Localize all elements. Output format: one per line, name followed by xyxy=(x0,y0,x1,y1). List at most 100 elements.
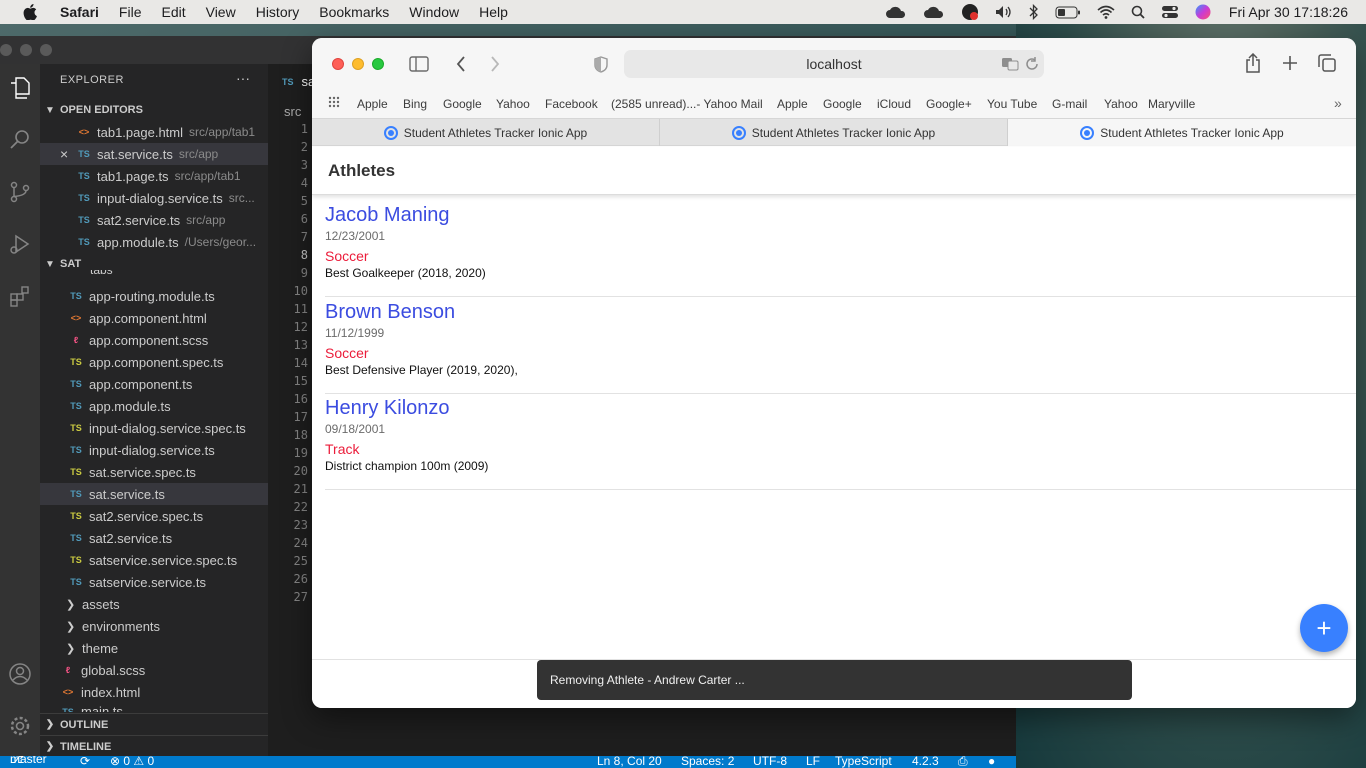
more-bookmarks-icon[interactable]: » xyxy=(1334,95,1342,111)
close-icon[interactable]: × xyxy=(60,146,76,162)
extensions-icon[interactable] xyxy=(4,280,36,312)
new-tab-icon[interactable] xyxy=(1281,54,1299,72)
file-item[interactable]: ℓ global.scss xyxy=(40,659,268,681)
add-athlete-button[interactable]: + xyxy=(1300,604,1348,652)
vscode-zoom-button[interactable] xyxy=(40,44,52,56)
menu-help[interactable]: Help xyxy=(469,4,518,20)
file-item[interactable]: TS sat2.service.ts xyxy=(40,527,268,549)
menu-view[interactable]: View xyxy=(196,4,246,20)
open-editor-item[interactable]: TS app.module.ts/Users/geor... xyxy=(40,231,268,253)
menu-clock[interactable]: Fri Apr 30 17:18:26 xyxy=(1229,4,1348,20)
open-editor-item[interactable]: TS sat2.service.ts src/app xyxy=(40,209,268,231)
window-close-button[interactable] xyxy=(332,58,344,70)
eol-status[interactable]: LF xyxy=(806,756,820,768)
file-item[interactable]: TS input-dialog.service.spec.ts xyxy=(40,417,268,439)
file-item[interactable]: TS app.component.ts xyxy=(40,373,268,395)
problems-status[interactable]: ⊗ 0 ⚠ 0 xyxy=(110,756,154,768)
apple-menu-icon[interactable] xyxy=(20,2,40,22)
encoding-status[interactable]: UTF-8 xyxy=(753,756,787,768)
share-icon[interactable] xyxy=(1244,53,1262,73)
athlete-item[interactable]: Jacob Maning 12/23/2001 Soccer Best Goal… xyxy=(325,200,1356,297)
source-control-icon[interactable] xyxy=(4,176,36,208)
sync-icon[interactable]: ⟳ xyxy=(80,756,90,768)
language-mode[interactable]: TypeScript xyxy=(835,756,892,768)
folder-item[interactable]: ❯ assets xyxy=(40,593,268,615)
app-status-icon[interactable] xyxy=(961,3,979,21)
file-item[interactable]: TS app.component.spec.ts xyxy=(40,351,268,373)
browser-tab[interactable]: Student Athletes Tracker Ionic App xyxy=(660,119,1008,146)
menu-file[interactable]: File xyxy=(109,4,152,20)
open-editor-item[interactable]: <> tab1.page.html src/app/tab1 xyxy=(40,121,268,143)
sidebar-toggle-icon[interactable] xyxy=(408,54,430,74)
open-editor-item-active[interactable]: × TS sat.service.ts src/app xyxy=(40,143,268,165)
account-icon[interactable] xyxy=(4,658,36,690)
file-item[interactable]: <> index.html xyxy=(40,681,268,703)
address-bar[interactable]: localhost xyxy=(624,50,1044,78)
indentation-status[interactable]: Spaces: 2 xyxy=(681,756,734,768)
siri-icon[interactable] xyxy=(1195,4,1211,20)
window-zoom-button[interactable] xyxy=(372,58,384,70)
notifications-icon[interactable]: ● xyxy=(988,756,995,768)
bookmark-link[interactable]: You Tube xyxy=(987,97,1037,111)
menu-app-name[interactable]: Safari xyxy=(50,4,109,20)
bluetooth-icon[interactable] xyxy=(1029,4,1039,20)
bookmark-link[interactable]: Facebook xyxy=(545,97,598,111)
athlete-item[interactable]: Brown Benson 11/12/1999 Soccer Best Defe… xyxy=(325,297,1356,394)
cursor-position[interactable]: Ln 8, Col 20 xyxy=(597,756,662,768)
file-item[interactable]: ℓ app.component.scss xyxy=(40,329,268,351)
feedback-icon[interactable]: ⎙ xyxy=(958,756,968,768)
cloud-icon[interactable] xyxy=(885,5,907,19)
file-item-partial[interactable]: TS main.ts xyxy=(40,703,268,712)
bookmark-link[interactable]: Apple xyxy=(357,97,388,111)
file-item[interactable]: TS satservice.service.ts xyxy=(40,571,268,593)
folder-item[interactable]: ❯ environments xyxy=(40,615,268,637)
timeline-section[interactable]: ❯ TIMELINE xyxy=(40,735,268,757)
breadcrumb[interactable]: src xyxy=(284,104,301,119)
file-item[interactable]: TS app.module.ts xyxy=(40,395,268,417)
tab-overview-icon[interactable] xyxy=(1318,54,1336,72)
open-editor-item[interactable]: TS tab1.page.ts src/app/tab1 xyxy=(40,165,268,187)
browser-tab[interactable]: Student Athletes Tracker Ionic App xyxy=(312,119,660,146)
bookmark-link[interactable]: Maryville xyxy=(1148,97,1195,111)
privacy-shield-icon[interactable] xyxy=(592,55,610,73)
explorer-files-icon[interactable] xyxy=(4,72,36,104)
spotlight-icon[interactable] xyxy=(1131,5,1145,19)
ts-version[interactable]: 4.2.3 xyxy=(912,756,939,768)
bookmark-link[interactable]: Google+ xyxy=(926,97,972,111)
battery-icon[interactable] xyxy=(1055,6,1081,19)
bookmark-link[interactable]: G-mail xyxy=(1052,97,1087,111)
menu-bookmarks[interactable]: Bookmarks xyxy=(309,4,399,20)
search-icon[interactable] xyxy=(4,124,36,156)
vscode-minimize-button[interactable] xyxy=(20,44,32,56)
file-item[interactable]: TS satservice.service.spec.ts xyxy=(40,549,268,571)
open-editors-section[interactable]: ▼ OPEN EDITORS xyxy=(40,99,268,121)
back-icon[interactable] xyxy=(454,54,468,74)
bookmark-link[interactable]: Yahoo xyxy=(1104,97,1138,111)
wifi-icon[interactable] xyxy=(1097,5,1115,19)
volume-icon[interactable] xyxy=(995,5,1013,19)
menu-edit[interactable]: Edit xyxy=(151,4,195,20)
bookmark-link[interactable]: Google xyxy=(443,97,482,111)
folder-item[interactable]: ❯ theme xyxy=(40,637,268,659)
outline-section[interactable]: ❯ OUTLINE xyxy=(40,713,268,735)
menu-window[interactable]: Window xyxy=(399,4,469,20)
forward-icon[interactable] xyxy=(488,54,502,74)
file-item[interactable]: TS input-dialog.service.ts xyxy=(40,439,268,461)
control-center-icon[interactable] xyxy=(1161,5,1179,19)
bookmark-link[interactable]: Google xyxy=(823,97,862,111)
folder-partial[interactable]: tabs xyxy=(40,270,268,282)
file-item[interactable]: <> app.component.html xyxy=(40,307,268,329)
browser-tab-active[interactable]: Student Athletes Tracker Ionic App xyxy=(1008,119,1356,146)
bookmark-link[interactable]: Bing xyxy=(403,97,427,111)
bookmark-link[interactable]: Yahoo xyxy=(496,97,530,111)
run-debug-icon[interactable] xyxy=(4,228,36,260)
settings-gear-icon[interactable] xyxy=(4,710,36,742)
grid-icon[interactable] xyxy=(328,96,340,111)
translate-icon[interactable] xyxy=(1000,56,1020,72)
explorer-more-icon[interactable]: ··· xyxy=(236,70,250,86)
menu-history[interactable]: History xyxy=(246,4,310,20)
cloud-icon-2[interactable] xyxy=(923,5,945,19)
file-item-selected[interactable]: TS sat.service.ts xyxy=(40,483,268,505)
bookmark-link[interactable]: Apple xyxy=(777,97,808,111)
file-item[interactable]: TS sat.service.spec.ts xyxy=(40,461,268,483)
